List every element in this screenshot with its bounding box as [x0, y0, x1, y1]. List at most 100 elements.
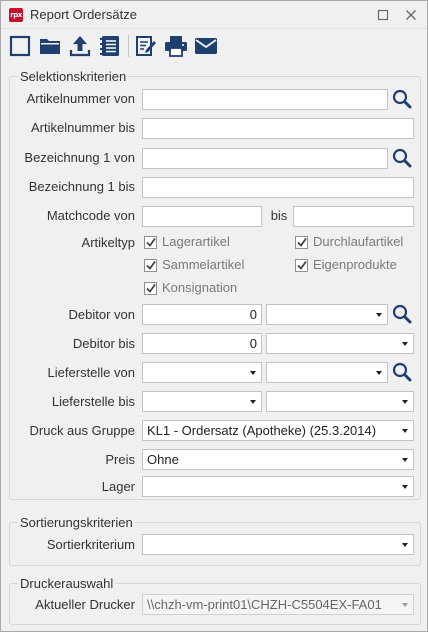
debitor-bis-label: Debitor bis — [72, 336, 135, 351]
report-list-button[interactable] — [98, 34, 122, 58]
lieferstelle-von-label: Lieferstelle von — [47, 365, 135, 380]
artikelnummer-von-label: Artikelnummer von — [26, 91, 135, 106]
lagerartikel-label: Lagerartikel — [162, 234, 230, 249]
lieferstelle-search-button[interactable] — [390, 361, 414, 383]
checkmark-icon — [297, 260, 307, 270]
druck-gruppe-value: KL1 - Ordersatz (Apotheke) (25.3.2014) — [147, 423, 377, 438]
chevron-down-icon — [402, 603, 408, 607]
window-title: Report Ordersätze — [30, 7, 137, 22]
chevron-down-icon — [402, 543, 408, 547]
aktueller-drucker-label: Aktueller Drucker — [35, 597, 135, 612]
print-icon — [165, 36, 187, 57]
search-icon — [392, 362, 412, 382]
debitor-von-dropdown[interactable] — [266, 304, 388, 325]
toolbar-separator — [128, 35, 129, 57]
druck-gruppe-label: Druck aus Gruppe — [29, 423, 136, 438]
search-icon — [392, 148, 412, 168]
chevron-down-icon — [376, 371, 382, 375]
bezeichnung-bis-label: Bezeichnung 1 bis — [28, 179, 135, 194]
bezeichnung-search-button[interactable] — [390, 147, 414, 169]
debitor-von-label: Debitor von — [68, 307, 135, 322]
lager-dropdown[interactable] — [142, 476, 414, 497]
mail-icon — [195, 38, 217, 54]
checkbox-box — [144, 236, 157, 249]
lager-label: Lager — [101, 479, 135, 494]
lieferstelle-von-dropdown-1[interactable] — [142, 362, 262, 383]
search-icon — [392, 304, 412, 324]
debitor-von-input[interactable]: 0 — [142, 304, 262, 325]
chevron-down-icon — [402, 485, 408, 489]
printer-group: Druckerauswahl Aktueller Drucker \\chzh-… — [9, 576, 421, 625]
checkmark-icon — [146, 283, 156, 293]
upload-icon — [69, 36, 91, 57]
sammelartikel-label: Sammelartikel — [162, 257, 245, 272]
open-button[interactable] — [38, 34, 62, 58]
sortierkriterium-dropdown[interactable] — [142, 534, 414, 555]
eigenprodukte-label: Eigenprodukte — [313, 257, 397, 272]
artikelnummer-bis-input[interactable] — [142, 118, 414, 139]
new-document-icon — [9, 35, 31, 57]
artikeltyp-label: Artikeltyp — [81, 235, 135, 250]
selection-legend: Selektionskriterien — [18, 69, 129, 84]
debitor-bis-dropdown[interactable] — [266, 333, 414, 354]
checkmark-icon — [146, 260, 156, 270]
checkbox-box — [144, 282, 157, 295]
checkbox-box — [295, 259, 308, 272]
artikelnummer-bis-label: Artikelnummer bis — [30, 120, 135, 135]
sortierkriterium-label: Sortierkriterium — [46, 537, 135, 552]
bezeichnung-von-input[interactable] — [142, 148, 388, 169]
checkbox-box — [295, 236, 308, 249]
durchlaufartikel-label: Durchlaufartikel — [313, 234, 404, 249]
maximize-icon — [377, 9, 389, 21]
sorting-group: Sortierungskriterien Sortierkriterium — [9, 515, 421, 566]
checkbox-box — [144, 259, 157, 272]
preis-value: Ohne — [147, 452, 179, 467]
checkmark-icon — [297, 237, 307, 247]
aktueller-drucker-value: \\chzh-vm-print01\CHZH-C5504EX-FA01 — [147, 597, 382, 612]
lieferstelle-von-dropdown-2[interactable] — [266, 362, 388, 383]
preis-dropdown[interactable]: Ohne — [142, 449, 414, 470]
export-button[interactable] — [68, 34, 92, 58]
mail-button[interactable] — [194, 34, 218, 58]
maximize-button[interactable] — [373, 5, 393, 25]
chevron-down-icon — [250, 371, 256, 375]
chevron-down-icon — [402, 458, 408, 462]
selection-group: Selektionskriterien Artikelnummer von Ar… — [9, 69, 421, 500]
edit-icon — [136, 36, 156, 56]
druck-gruppe-dropdown[interactable]: KL1 - Ordersatz (Apotheke) (25.3.2014) — [142, 420, 414, 441]
chevron-down-icon — [376, 313, 382, 317]
sorting-legend: Sortierungskriterien — [18, 515, 135, 530]
lieferstelle-bis-label: Lieferstelle bis — [51, 394, 135, 409]
edit-button[interactable] — [134, 34, 158, 58]
matchcode-von-input[interactable] — [142, 206, 262, 227]
debitor-bis-input[interactable]: 0 — [142, 333, 262, 354]
lieferstelle-bis-dropdown-1[interactable] — [142, 391, 262, 412]
preis-label: Preis — [105, 452, 135, 467]
aktueller-drucker-dropdown[interactable]: \\chzh-vm-print01\CHZH-C5504EX-FA01 — [142, 594, 414, 615]
close-icon — [406, 10, 416, 20]
artikelnummer-search-button[interactable] — [390, 88, 414, 110]
bezeichnung-bis-input[interactable] — [142, 177, 414, 198]
chevron-down-icon — [402, 429, 408, 433]
chevron-down-icon — [250, 400, 256, 404]
matchcode-bis-label: bis — [270, 208, 288, 223]
konsignation-label: Konsignation — [162, 280, 238, 295]
matchcode-bis-input[interactable] — [293, 206, 414, 227]
chevron-down-icon — [402, 400, 408, 404]
new-button[interactable] — [8, 34, 32, 58]
checkmark-icon — [146, 237, 156, 247]
lieferstelle-bis-dropdown-2[interactable] — [266, 391, 414, 412]
print-button[interactable] — [164, 34, 188, 58]
toolbar — [1, 30, 427, 62]
chevron-down-icon — [402, 342, 408, 346]
report-list-icon — [100, 36, 119, 56]
app-logo: rpx — [9, 8, 23, 22]
debitor-search-button[interactable] — [390, 303, 414, 325]
search-icon — [392, 89, 412, 109]
matchcode-von-label: Matchcode von — [46, 208, 135, 223]
artikelnummer-von-input[interactable] — [142, 89, 388, 110]
title-bar: rpx Report Ordersätze — [1, 1, 427, 29]
open-folder-icon — [40, 39, 60, 54]
printer-legend: Druckerauswahl — [18, 576, 116, 591]
close-button[interactable] — [401, 5, 421, 25]
